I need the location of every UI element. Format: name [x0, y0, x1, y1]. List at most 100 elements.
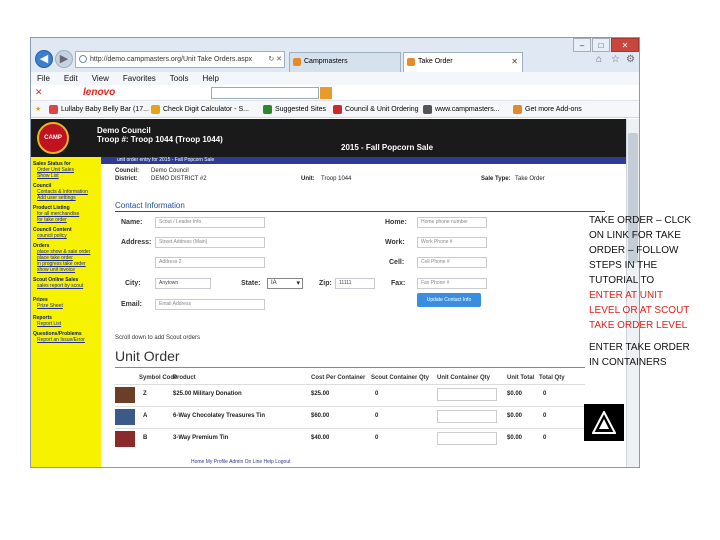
- star-icon[interactable]: ☆: [611, 54, 620, 65]
- instruction-line: STEPS IN THE: [589, 260, 658, 271]
- menu-bar: File Edit View Favorites Tools Help: [31, 72, 639, 85]
- menu-edit[interactable]: Edit: [64, 74, 78, 83]
- product-thumbnail: [115, 387, 135, 403]
- name-field[interactable]: Scout / Leader Info: [155, 217, 265, 228]
- state-label: State:: [241, 280, 261, 287]
- unit-total-value: $0.00: [507, 435, 523, 441]
- email-label: Email:: [121, 301, 143, 308]
- product-name: 6-Way Chocolatey Treasures Tin: [173, 413, 266, 419]
- total-qty-value: 0: [543, 413, 547, 419]
- home-phone-field[interactable]: Home phone number: [417, 217, 487, 228]
- saletype-value: Take Order: [515, 176, 545, 182]
- browser-titlebar: ◀ ▶ http://demo.campmasters.org/Unit Tak…: [31, 38, 639, 72]
- sidebar-item-user-settings[interactable]: Add user settings: [37, 195, 76, 201]
- menu-view[interactable]: View: [92, 74, 109, 83]
- council-value: Demo Council: [151, 168, 189, 174]
- product-name: 3-Way Premium Tin: [173, 435, 229, 441]
- gear-icon[interactable]: ⚙: [626, 54, 635, 65]
- footer-links[interactable]: Home My Profile Admin On Line Help Logou…: [191, 459, 291, 465]
- favorites-star-icon[interactable]: ★: [35, 101, 41, 118]
- unit-total-value: $0.00: [507, 391, 523, 397]
- sidebar-item-take-order[interactable]: for take order: [37, 217, 67, 223]
- sidebar-item-report-issue[interactable]: Report an Issue/Error: [37, 337, 85, 343]
- sidebar-item-sales-report[interactable]: sales report by scout: [37, 283, 83, 289]
- fax-field[interactable]: Fax Phone #: [417, 278, 487, 289]
- close-tab-icon[interactable]: ✕: [511, 53, 518, 71]
- search-icon[interactable]: [320, 87, 332, 99]
- toolbar: ✕ lenovo: [31, 85, 639, 101]
- favorite-link[interactable]: Get more Add-ons: [513, 101, 582, 118]
- tab-take-order[interactable]: Take Order ✕: [403, 52, 523, 72]
- home-label: Home:: [385, 219, 407, 226]
- instruction-line: IN CONTAINERS: [589, 357, 667, 368]
- address2-field[interactable]: Address 2: [155, 257, 265, 268]
- email-field[interactable]: Email Address: [155, 299, 265, 310]
- address-field[interactable]: Street Address (Main): [155, 237, 265, 248]
- instruction-line-red: ENTER AT UNIT: [589, 290, 664, 301]
- sidebar-item-prize-sheet[interactable]: Prize Sheet: [37, 303, 63, 309]
- unit-total-value: $0.00: [507, 413, 523, 419]
- instruction-line: ORDER – FOLLOW: [589, 245, 679, 256]
- sidebar-item-report-list[interactable]: Report List: [37, 321, 61, 327]
- scout-qty-value: 0: [375, 413, 379, 419]
- favorite-link[interactable]: Council & Unit Ordering: [333, 101, 419, 118]
- name-label: Name:: [121, 219, 143, 226]
- col-unit-total: Unit Total: [507, 375, 535, 381]
- campmasters-favicon-icon: [293, 58, 301, 66]
- favorite-link[interactable]: www.campmasters...: [423, 101, 500, 118]
- scout-emblem-icon: [584, 404, 624, 441]
- cell-phone-field[interactable]: Cell Phone #: [417, 257, 487, 268]
- forward-button[interactable]: ▶: [55, 50, 73, 68]
- refresh-icon[interactable]: ↻ ✕: [268, 52, 282, 67]
- address-bar[interactable]: http://demo.campmasters.org/Unit Take Or…: [75, 51, 285, 68]
- slide: ◀ ▶ http://demo.campmasters.org/Unit Tak…: [0, 0, 720, 540]
- tab-campmasters[interactable]: Campmasters: [289, 52, 401, 72]
- cell-label: Cell:: [389, 259, 405, 266]
- sidebar: Sales Status for Order Unit Sales Show L…: [31, 157, 101, 467]
- product-thumbnail: [115, 409, 135, 425]
- unit-order-title: Unit Order: [115, 348, 180, 364]
- favorite-link[interactable]: Check Digit Calculator - S...: [151, 101, 249, 118]
- sidebar-item-unit-invoice[interactable]: show unit invoice: [37, 267, 75, 273]
- col-product: Product: [173, 375, 196, 381]
- district-label: District:: [115, 176, 138, 182]
- web-page: CAMP MASTERS Demo Council Troop #: Troop…: [31, 119, 628, 467]
- favorites-bar: ★ Lullaby Baby Belly Bar (17... Check Di…: [31, 101, 639, 118]
- city-field[interactable]: Anytown: [155, 278, 211, 289]
- cost-value: $60.00: [311, 413, 330, 419]
- update-contact-button[interactable]: Update Contact Info: [417, 293, 481, 307]
- favorite-link[interactable]: Suggested Sites: [263, 101, 326, 118]
- menu-help[interactable]: Help: [202, 74, 218, 83]
- favorite-link[interactable]: Lullaby Baby Belly Bar (17...: [49, 101, 149, 118]
- close-window-button[interactable]: ✕: [611, 38, 639, 52]
- unit-qty-input[interactable]: [437, 388, 497, 401]
- back-button[interactable]: ◀: [35, 50, 53, 68]
- sidebar-item-show-list[interactable]: Show List: [37, 173, 59, 179]
- district-value: DEMO DISTRICT #2: [151, 176, 207, 182]
- close-toolbar-icon[interactable]: ✕: [35, 87, 43, 98]
- work-phone-field[interactable]: Work Phone #: [417, 237, 487, 248]
- instruction-line: ON LINK FOR TAKE: [589, 230, 681, 241]
- sale-title: 2015 - Fall Popcorn Sale: [341, 143, 434, 152]
- sidebar-item-council-policy[interactable]: council policy: [37, 233, 67, 239]
- council-logo: CAMP MASTERS: [37, 122, 69, 169]
- address-text: http://demo.campmasters.org/Unit Take Or…: [90, 56, 253, 63]
- zip-label: Zip:: [319, 280, 332, 287]
- zip-field[interactable]: 11111: [335, 278, 375, 289]
- maximize-button[interactable]: □: [592, 38, 610, 52]
- search-input[interactable]: [211, 87, 319, 99]
- state-select[interactable]: IA: [267, 278, 303, 289]
- instruction-line-red: LEVEL OR AT SCOUT: [589, 305, 690, 316]
- menu-favorites[interactable]: Favorites: [123, 74, 156, 83]
- menu-file[interactable]: File: [37, 74, 50, 83]
- browser-window: ◀ ▶ http://demo.campmasters.org/Unit Tak…: [30, 37, 640, 468]
- unit-label: Unit:: [301, 176, 315, 182]
- menu-tools[interactable]: Tools: [170, 74, 189, 83]
- globe-icon: [79, 55, 87, 63]
- contact-heading: Contact Information: [115, 201, 185, 210]
- minimize-button[interactable]: –: [573, 38, 591, 52]
- home-icon[interactable]: ⌂: [596, 54, 602, 65]
- unit-qty-input[interactable]: [437, 410, 497, 423]
- unit-qty-input[interactable]: [437, 432, 497, 445]
- fax-label: Fax:: [391, 280, 406, 287]
